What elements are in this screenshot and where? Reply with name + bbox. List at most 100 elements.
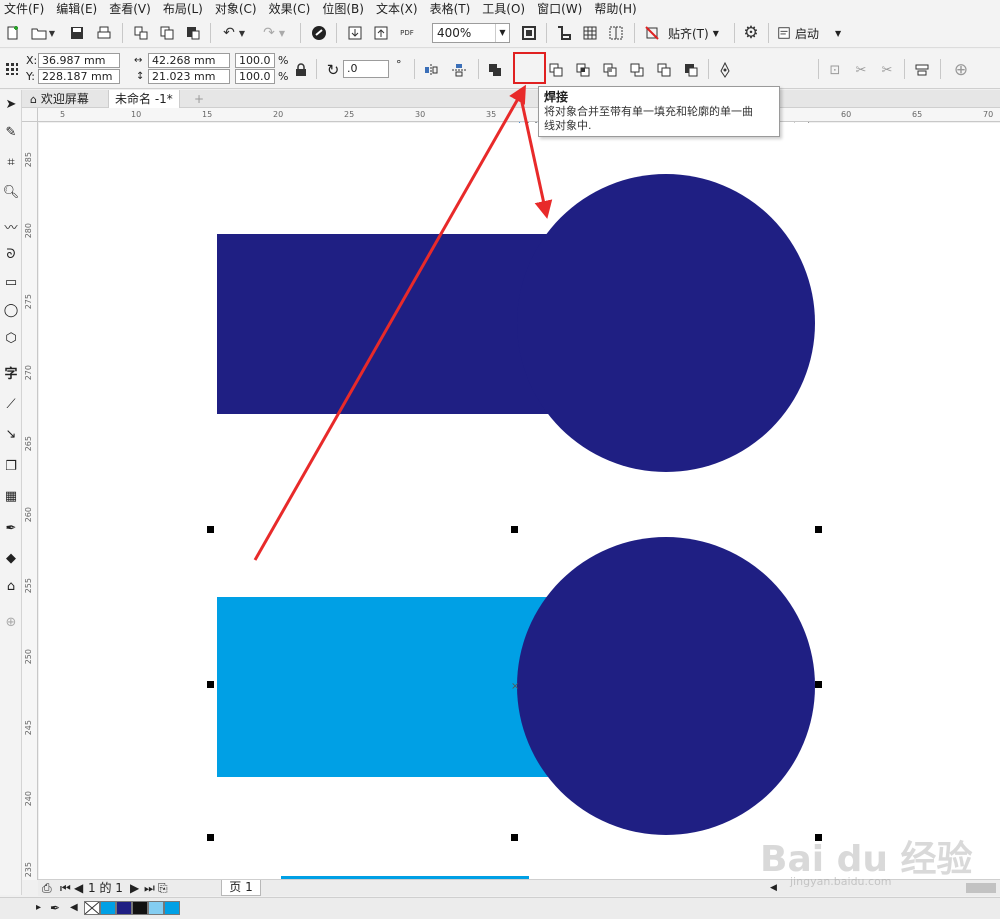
drop-shadow-icon[interactable]: ❐: [1, 456, 21, 476]
export-icon[interactable]: [370, 22, 392, 44]
horizontal-scrollbar-thumb[interactable]: [966, 883, 996, 893]
last-page-icon[interactable]: ⏭: [144, 882, 155, 895]
full-screen-icon[interactable]: [518, 22, 540, 44]
zoom-tool-icon[interactable]: 🔍︎: [1, 182, 21, 202]
color-swatch[interactable]: [100, 901, 116, 915]
artistic-media-icon[interactable]: ᘐ: [1, 244, 21, 264]
height-field[interactable]: 21.023 mm: [148, 69, 230, 84]
smart-fill-icon[interactable]: ⌂: [1, 576, 21, 596]
guidelines-icon[interactable]: [605, 22, 627, 44]
drawing-canvas[interactable]: ×: [39, 123, 1000, 879]
rulers-icon[interactable]: [553, 22, 575, 44]
width-field[interactable]: 42.268 mm: [148, 53, 230, 68]
mirror-vertical-icon[interactable]: [448, 59, 470, 81]
selection-handle[interactable]: [207, 834, 214, 841]
snap-to-button[interactable]: 贴齐(T) ▼: [668, 22, 719, 44]
eyedropper-icon[interactable]: ✒: [1, 518, 21, 538]
color-swatch[interactable]: [164, 901, 180, 915]
undo-dropdown-icon[interactable]: ▼: [236, 22, 248, 44]
vertical-ruler[interactable]: 285280275270265260255250245240235230: [22, 122, 38, 880]
selection-handle[interactable]: [511, 834, 518, 841]
first-page-icon[interactable]: ⏮: [60, 882, 71, 895]
menu-text[interactable]: 文本(X): [372, 0, 426, 18]
simplify-icon[interactable]: [599, 59, 621, 81]
interactive-fill-icon[interactable]: ◆: [1, 548, 21, 568]
add-page-icon[interactable]: ⎘: [158, 882, 168, 895]
scale-x-field[interactable]: 100.0: [235, 53, 275, 68]
back-minus-front-icon[interactable]: [653, 59, 675, 81]
gear-icon[interactable]: ⚙: [740, 22, 762, 44]
align-distribute-icon[interactable]: [911, 59, 933, 81]
horizontal-ruler[interactable]: 510152025303540455055606570: [38, 108, 1000, 122]
create-boundary-icon[interactable]: [680, 59, 702, 81]
snap-off-icon[interactable]: [641, 22, 663, 44]
grid-icon[interactable]: [579, 22, 601, 44]
y-position-field[interactable]: 228.187 mm: [38, 69, 120, 84]
convert-to-curves-icon[interactable]: ⊡: [824, 59, 846, 81]
palette-scroll-left-icon[interactable]: ◀: [70, 902, 78, 913]
menu-layout[interactable]: 布局(L): [159, 0, 211, 18]
crop-tool-icon[interactable]: ⌗: [1, 152, 21, 172]
x-position-field[interactable]: 36.987 mm: [38, 53, 120, 68]
menu-edit[interactable]: 编辑(E): [52, 0, 105, 18]
welded-circle-part[interactable]: [517, 174, 815, 472]
paste-icon[interactable]: [182, 22, 204, 44]
redo-dropdown-icon[interactable]: ▼: [276, 22, 288, 44]
new-file-icon[interactable]: [2, 22, 24, 44]
selection-handle[interactable]: [815, 526, 822, 533]
polygon-tool-icon[interactable]: ⬡: [1, 328, 21, 348]
launch-button[interactable]: 启动 ▼: [777, 22, 841, 44]
search-content-icon[interactable]: [308, 22, 330, 44]
color-swatch[interactable]: [116, 901, 132, 915]
tab-untitled-1[interactable]: 未命名 -1*: [108, 90, 180, 108]
menu-file[interactable]: 文件(F): [0, 0, 52, 18]
navy-circle[interactable]: [517, 537, 815, 835]
menu-table[interactable]: 表格(T): [426, 0, 479, 18]
selection-handle[interactable]: [207, 681, 214, 688]
break-apart-icon[interactable]: ✂: [850, 59, 872, 81]
break-curve-icon[interactable]: ✂: [876, 59, 898, 81]
shape-tool-icon[interactable]: ✎: [1, 122, 21, 142]
next-page-icon[interactable]: ▶: [130, 882, 139, 895]
menu-help[interactable]: 帮助(H): [590, 0, 644, 18]
ellipse-tool-icon[interactable]: ◯: [1, 300, 21, 320]
page-settings-icon[interactable]: ⎙: [42, 882, 52, 895]
page-tab-1[interactable]: 页 1: [221, 880, 261, 896]
scale-y-field[interactable]: 100.0: [235, 69, 275, 84]
intersect-icon[interactable]: [572, 59, 594, 81]
publish-pdf-icon[interactable]: PDF: [396, 22, 418, 44]
new-tab-icon[interactable]: +: [188, 90, 210, 108]
menu-view[interactable]: 查看(V): [105, 0, 159, 18]
menu-effects[interactable]: 效果(C): [265, 0, 319, 18]
open-dropdown-icon[interactable]: ▼: [46, 22, 58, 44]
selection-handle[interactable]: [815, 681, 822, 688]
parallel-dimension-icon[interactable]: ⟋: [1, 394, 21, 414]
color-swatch[interactable]: [132, 901, 148, 915]
color-swatch[interactable]: [148, 901, 164, 915]
combine-icon[interactable]: [484, 59, 506, 81]
palette-menu-icon[interactable]: ▸: [36, 902, 41, 913]
freehand-tool-icon[interactable]: 〰: [1, 216, 21, 236]
add-tool-icon[interactable]: ⊕: [1, 612, 21, 632]
connector-tool-icon[interactable]: ↘: [1, 424, 21, 444]
selection-handle[interactable]: [511, 526, 518, 533]
zoom-level-select[interactable]: 400% ▼: [432, 23, 510, 43]
rotation-angle-field[interactable]: .0: [343, 60, 389, 78]
lock-ratio-icon[interactable]: [290, 59, 312, 81]
cut-icon[interactable]: [130, 22, 152, 44]
rectangle-tool-icon[interactable]: ▭: [1, 272, 21, 292]
eyedropper-icon[interactable]: ✒: [50, 901, 60, 915]
trim-icon[interactable]: [545, 59, 567, 81]
selection-handle[interactable]: [207, 526, 214, 533]
import-icon[interactable]: [344, 22, 366, 44]
no-fill-swatch[interactable]: [84, 901, 100, 915]
menu-bitmaps[interactable]: 位图(B): [318, 0, 372, 18]
ruler-corner[interactable]: [22, 108, 38, 122]
menu-window[interactable]: 窗口(W): [533, 0, 590, 18]
object-origin-icon[interactable]: [1, 58, 23, 80]
copy-icon[interactable]: [156, 22, 178, 44]
menu-object[interactable]: 对象(C): [211, 0, 265, 18]
pick-tool-icon[interactable]: ➤: [1, 94, 21, 114]
tab-welcome[interactable]: ⌂ 欢迎屏幕: [24, 90, 95, 108]
front-minus-back-icon[interactable]: [626, 59, 648, 81]
